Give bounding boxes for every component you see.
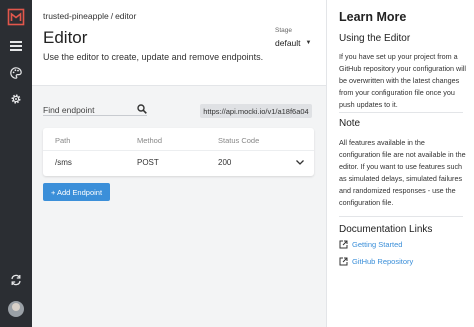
- main-content: trusted-pineapple / editor Editor Use the …: [32, 0, 326, 327]
- divider: [43, 150, 314, 151]
- add-endpoint-button[interactable]: + Add Endpoint: [43, 183, 110, 201]
- breadcrumb-project[interactable]: trusted-pineapple: [43, 11, 109, 21]
- panel-title: Learn More: [339, 10, 407, 24]
- github-repository-link-label[interactable]: GitHub Repository: [352, 257, 413, 266]
- getting-started-link-label[interactable]: Getting Started: [352, 240, 402, 249]
- sync-icon[interactable]: [0, 269, 32, 291]
- page-title: Editor: [43, 28, 88, 47]
- endpoints-table: Path Method Status Code /sms POST 200: [43, 128, 314, 176]
- palette-icon[interactable]: [0, 62, 32, 84]
- column-header-path: Path: [55, 136, 71, 145]
- docs-heading: Documentation Links: [339, 224, 433, 235]
- settings-icon[interactable]: [0, 88, 32, 110]
- avatar[interactable]: [8, 301, 24, 317]
- divider: [339, 112, 463, 113]
- note-heading: Note: [339, 118, 361, 129]
- column-header-status: Status Code: [218, 136, 260, 145]
- editor-header: trusted-pineapple / editor Editor Use the …: [32, 0, 326, 86]
- external-link-icon: [339, 240, 348, 249]
- cell-status[interactable]: 200: [218, 158, 231, 167]
- github-repository-link[interactable]: GitHub Repository: [339, 257, 413, 266]
- learn-more-panel: Learn More Using the Editor If you have …: [326, 0, 474, 327]
- breadcrumb-separator: /: [110, 11, 114, 21]
- cell-method[interactable]: POST: [137, 158, 159, 167]
- stage-label: Stage: [275, 27, 292, 34]
- search-input[interactable]: [43, 102, 131, 118]
- note-text: All features available in the configurat…: [339, 138, 466, 207]
- chevron-down-icon: ▼: [305, 40, 312, 46]
- breadcrumb-current: editor: [115, 11, 137, 21]
- breadcrumb: trusted-pineapple / editor: [43, 11, 136, 21]
- using-editor-heading: Using the Editor: [339, 33, 411, 44]
- page-subtitle: Use the editor to create, update and rem…: [43, 52, 264, 62]
- getting-started-link[interactable]: Getting Started: [339, 240, 402, 249]
- search-icon[interactable]: [137, 101, 147, 119]
- search-field: [43, 100, 147, 119]
- column-header-method: Method: [137, 136, 163, 145]
- api-url-badge[interactable]: https://api.mocki.io/v1/a18f6a04: [200, 104, 312, 118]
- list-icon[interactable]: [0, 35, 32, 57]
- external-link-icon: [339, 257, 348, 266]
- divider: [339, 216, 463, 217]
- stage-select[interactable]: default ▼: [275, 37, 315, 49]
- logo-icon[interactable]: [0, 4, 32, 30]
- stage-value: default: [275, 38, 301, 48]
- chevron-down-icon[interactable]: [294, 157, 306, 167]
- using-editor-text: If you have set up your project from a G…: [339, 52, 467, 109]
- cell-path[interactable]: /sms: [55, 158, 72, 167]
- sidebar: [0, 0, 32, 327]
